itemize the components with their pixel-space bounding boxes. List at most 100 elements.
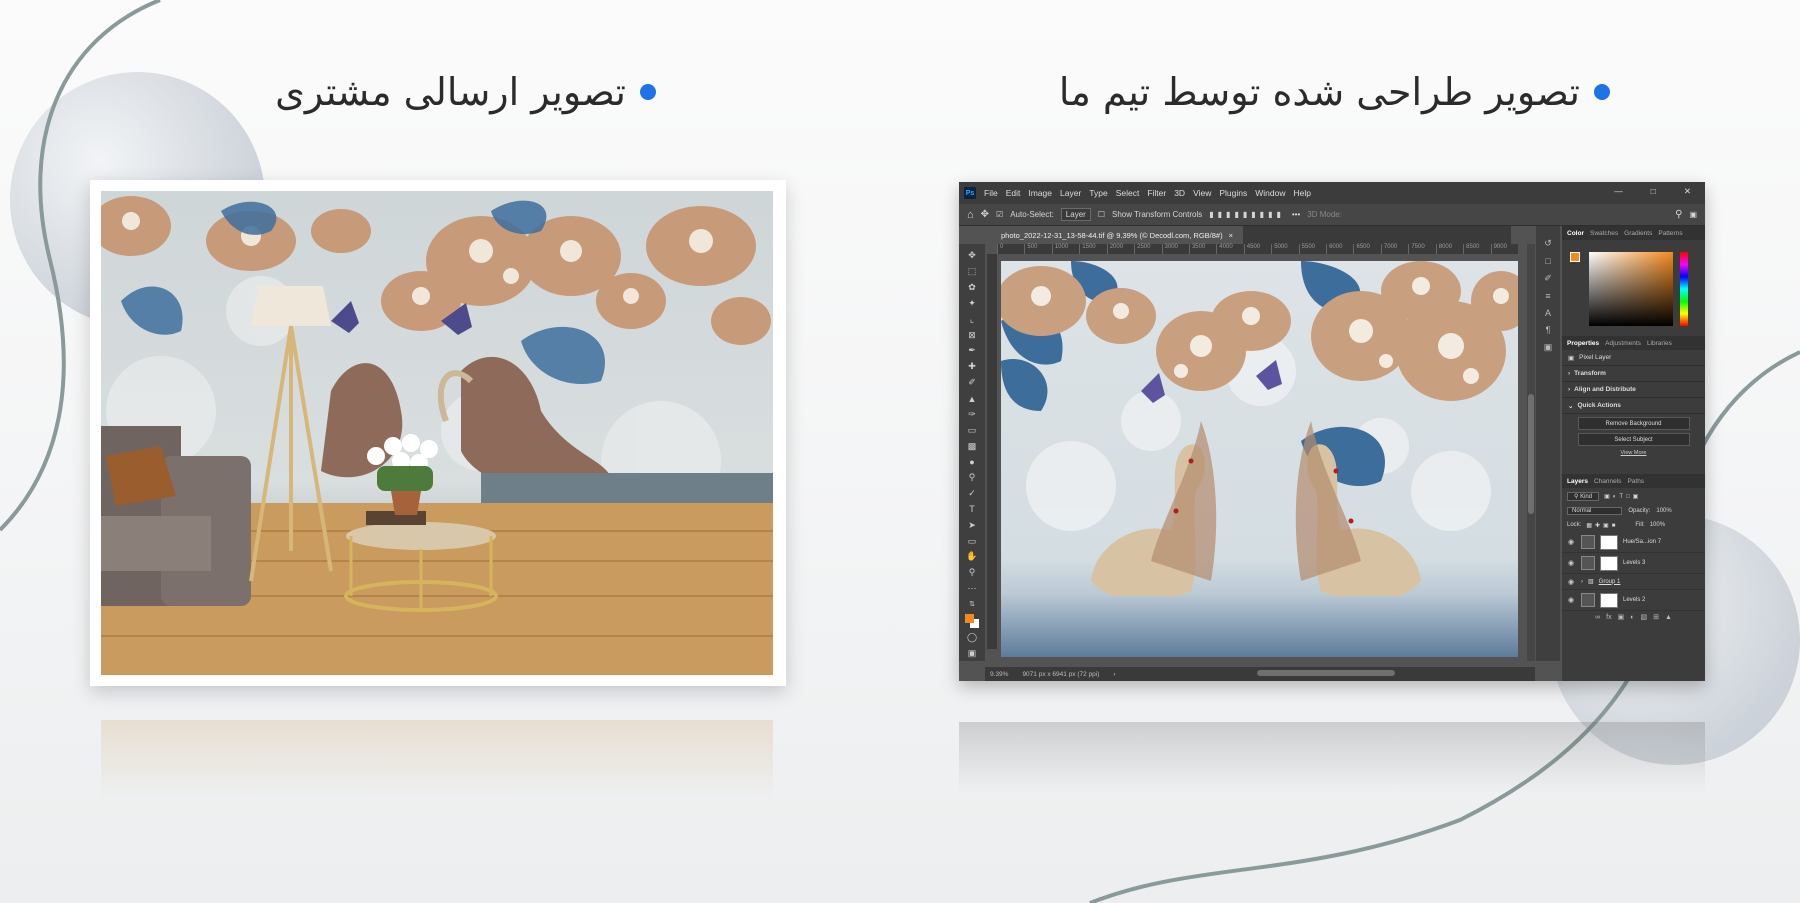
visibility-eye-icon[interactable]: ◉ bbox=[1568, 538, 1576, 546]
screen-mode-icon[interactable]: ▣ bbox=[965, 647, 979, 660]
filter-kind-dropdown[interactable]: ⚲ Kind bbox=[1567, 491, 1600, 501]
frame-tool-icon[interactable]: ⊠ bbox=[965, 329, 979, 342]
visibility-eye-icon[interactable]: ◉ bbox=[1568, 578, 1576, 586]
auto-select-checkbox[interactable]: ☑ bbox=[996, 210, 1003, 219]
menu-select[interactable]: Select bbox=[1116, 188, 1140, 198]
history-brush-tool-icon[interactable]: ✑ bbox=[965, 408, 979, 421]
adjust-sliders-icon[interactable]: ≡ bbox=[1545, 291, 1550, 301]
vertical-scrollbar[interactable] bbox=[1527, 244, 1535, 661]
menu-3d[interactable]: 3D bbox=[1174, 188, 1185, 198]
tab-close-icon[interactable]: × bbox=[1229, 231, 1233, 240]
group-icon[interactable]: ▧ bbox=[1640, 613, 1647, 621]
select-subject-button[interactable]: Select Subject bbox=[1577, 433, 1690, 446]
brush-settings-icon[interactable]: ✐ bbox=[1544, 273, 1552, 284]
vertical-scroll-thumb[interactable] bbox=[1528, 394, 1534, 514]
menu-window[interactable]: Window bbox=[1255, 188, 1285, 198]
transform-section[interactable]: › Transform bbox=[1562, 366, 1705, 382]
tab-adjustments[interactable]: Adjustments bbox=[1605, 340, 1641, 347]
document-tab[interactable]: photo_2022-12-31_13-58-44.tif @ 9.39% (©… bbox=[991, 226, 1243, 244]
color-picker-field[interactable] bbox=[1589, 252, 1673, 326]
menu-type[interactable]: Type bbox=[1089, 188, 1107, 198]
trash-icon[interactable]: ▲ bbox=[1665, 614, 1672, 621]
transform-checkbox[interactable]: ☐ bbox=[1098, 210, 1105, 219]
crop-tool-icon[interactable]: ⌞ bbox=[965, 313, 979, 326]
quick-mask-icon[interactable]: ◯ bbox=[965, 631, 979, 644]
workspace-icon[interactable]: ▣ bbox=[1689, 210, 1697, 219]
remove-background-button[interactable]: Remove Background bbox=[1577, 417, 1690, 430]
foreground-color-swatch[interactable] bbox=[965, 614, 979, 629]
character-icon[interactable]: A bbox=[1545, 308, 1551, 318]
layer-select-dropdown[interactable]: Layer bbox=[1060, 208, 1091, 221]
clone-stamp-tool-icon[interactable]: ▲ bbox=[965, 392, 979, 405]
align-distribute-section[interactable]: › Align and Distribute bbox=[1562, 382, 1705, 398]
dodge-tool-icon[interactable]: ⚲ bbox=[965, 471, 979, 484]
swap-colors-icon[interactable]: ⇅ bbox=[965, 598, 979, 611]
3d-cube-icon[interactable]: ▣ bbox=[1544, 342, 1553, 353]
tab-patterns[interactable]: Patterns bbox=[1658, 230, 1682, 237]
visibility-eye-icon[interactable]: ◉ bbox=[1568, 596, 1576, 604]
color-swatch-fg[interactable] bbox=[1570, 252, 1580, 262]
hue-slider[interactable] bbox=[1680, 252, 1688, 326]
magic-wand-tool-icon[interactable]: ✦ bbox=[965, 297, 979, 310]
menu-plugins[interactable]: Plugins bbox=[1219, 188, 1247, 198]
comments-icon[interactable]: □ bbox=[1545, 256, 1550, 266]
eraser-tool-icon[interactable]: ▭ bbox=[965, 424, 979, 437]
more-options-icon[interactable]: ••• bbox=[1292, 210, 1300, 219]
quick-actions-section[interactable]: ⌄ Quick Actions bbox=[1562, 398, 1705, 414]
adjustment-icon[interactable]: ◐ bbox=[1630, 614, 1634, 621]
path-selection-tool-icon[interactable]: ➤ bbox=[965, 519, 979, 532]
new-layer-icon[interactable]: ⊞ bbox=[1653, 613, 1659, 621]
menu-filter[interactable]: Filter bbox=[1147, 188, 1166, 198]
tab-channels[interactable]: Channels bbox=[1594, 478, 1621, 485]
move-tool-icon[interactable]: ✥ bbox=[965, 250, 979, 263]
lock-icons[interactable]: ▦✚▣■ bbox=[1586, 522, 1618, 529]
home-icon[interactable]: ⌂ bbox=[967, 209, 974, 221]
opacity-value[interactable]: 100% bbox=[1656, 508, 1671, 514]
filter-icons[interactable]: ▣◐T□▣ bbox=[1604, 493, 1641, 500]
zoom-level[interactable]: 9.39% bbox=[990, 671, 1008, 678]
view-more-link[interactable]: View More bbox=[1562, 450, 1705, 456]
zoom-tool-icon[interactable]: ⚲ bbox=[965, 566, 979, 579]
mask-icon[interactable]: ▣ bbox=[1618, 613, 1625, 621]
move-tool-icon[interactable]: ✥ bbox=[981, 209, 989, 220]
tab-paths[interactable]: Paths bbox=[1627, 478, 1644, 485]
tab-layers[interactable]: Layers bbox=[1567, 478, 1588, 485]
menu-layer[interactable]: Layer bbox=[1060, 188, 1081, 198]
menu-view[interactable]: View bbox=[1193, 188, 1211, 198]
brush-tool-icon[interactable]: ✐ bbox=[965, 376, 979, 389]
menu-image[interactable]: Image bbox=[1028, 188, 1052, 198]
gradient-tool-icon[interactable]: ▩ bbox=[965, 440, 979, 453]
tab-swatches[interactable]: Swatches bbox=[1590, 230, 1618, 237]
fx-icon[interactable]: fx bbox=[1606, 614, 1611, 621]
type-tool-icon[interactable]: T bbox=[965, 503, 979, 516]
layer-row[interactable]: ◉ Levels 3 bbox=[1562, 553, 1705, 574]
marquee-tool-icon[interactable]: ⬚ bbox=[965, 265, 979, 278]
paragraph-icon[interactable]: ¶ bbox=[1546, 325, 1551, 335]
pen-tool-icon[interactable]: ✓ bbox=[965, 487, 979, 500]
status-arrow-icon[interactable]: › bbox=[1113, 671, 1115, 678]
layer-row[interactable]: ◉ Hue/Sa...ion 7 bbox=[1562, 532, 1705, 553]
hand-tool-icon[interactable]: ✋ bbox=[965, 551, 979, 564]
layer-row[interactable]: ◉ › ▧ Group 1 bbox=[1562, 574, 1705, 590]
rectangle-tool-icon[interactable]: ▭ bbox=[965, 535, 979, 548]
tab-libraries[interactable]: Libraries bbox=[1647, 340, 1672, 347]
maximize-icon[interactable]: □ bbox=[1651, 186, 1656, 197]
search-icon[interactable]: ⚲ bbox=[1675, 209, 1682, 220]
tab-color[interactable]: Color bbox=[1567, 230, 1584, 237]
visibility-eye-icon[interactable]: ◉ bbox=[1568, 559, 1576, 567]
menu-edit[interactable]: Edit bbox=[1006, 188, 1021, 198]
minimize-icon[interactable]: — bbox=[1614, 186, 1623, 197]
tab-gradients[interactable]: Gradients bbox=[1624, 230, 1652, 237]
lasso-tool-icon[interactable]: ✿ bbox=[965, 281, 979, 294]
align-icons[interactable]: ▮▮▮▮▮▮▮▮▮ bbox=[1209, 210, 1285, 219]
chevron-right-icon[interactable]: › bbox=[1581, 579, 1583, 585]
fill-value[interactable]: 100% bbox=[1650, 522, 1665, 528]
close-icon[interactable]: ✕ bbox=[1684, 186, 1691, 197]
blend-mode-dropdown[interactable]: Normal bbox=[1567, 507, 1623, 515]
tab-properties[interactable]: Properties bbox=[1567, 340, 1599, 347]
menu-help[interactable]: Help bbox=[1293, 188, 1310, 198]
horizontal-scroll-thumb[interactable] bbox=[1257, 670, 1395, 676]
history-icon[interactable]: ↺ bbox=[1544, 238, 1552, 249]
document-canvas[interactable] bbox=[1001, 261, 1518, 657]
link-icon[interactable]: ∞ bbox=[1595, 614, 1600, 621]
